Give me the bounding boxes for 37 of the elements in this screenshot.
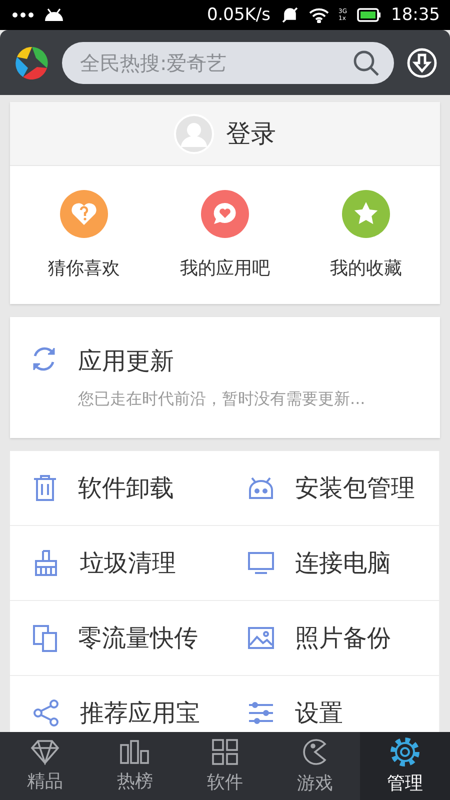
grid-icon [211, 738, 239, 766]
tool-button[interactable]: 连接电脑 [225, 526, 440, 601]
android-icon [247, 476, 275, 500]
nav-tab[interactable]: 热榜 [90, 732, 180, 800]
logo-icon [14, 44, 50, 80]
search-field[interactable]: 全民热搜:爱奇艺 [62, 42, 394, 84]
search-icon[interactable] [352, 48, 380, 76]
update-status: 您已走在时代前沿，暂时没有需要更新... [78, 389, 366, 410]
shortcut-button[interactable]: 我的应用吧 [180, 190, 270, 280]
battery-icon [357, 8, 381, 22]
trash-icon [32, 474, 58, 502]
tool-button[interactable]: 安装包管理 [225, 451, 440, 526]
sliders-icon [247, 701, 275, 725]
wifi-icon [308, 8, 329, 22]
devices-icon [32, 624, 58, 652]
share-icon [32, 699, 60, 727]
android-icon [44, 8, 64, 22]
update-title[interactable]: 应用更新 [78, 345, 366, 377]
login-link[interactable]: 登录 [226, 117, 276, 150]
diamond-icon [30, 739, 60, 765]
settings-icon [390, 737, 420, 767]
clock-time: 18:35 [391, 5, 440, 25]
download-icon[interactable] [406, 46, 438, 78]
image-icon [247, 626, 275, 650]
dots-icon [12, 12, 34, 18]
shortcut-button[interactable]: 我的收藏 [330, 190, 402, 280]
bar-chart-icon [119, 739, 151, 765]
nav-tab[interactable]: 游戏 [270, 732, 360, 800]
shortcut-button[interactable]: 猜你喜欢 [48, 190, 120, 280]
nav-tab[interactable]: 精品 [0, 732, 90, 800]
network-speed: 0.05K/s [206, 5, 271, 25]
monitor-icon [247, 551, 275, 575]
nav-tab[interactable]: 管理 [360, 732, 450, 800]
mute-icon [280, 7, 299, 23]
nav-tab[interactable]: 软件 [180, 732, 270, 800]
broom-icon [32, 549, 60, 577]
tool-button[interactable]: 照片备份 [225, 601, 440, 676]
